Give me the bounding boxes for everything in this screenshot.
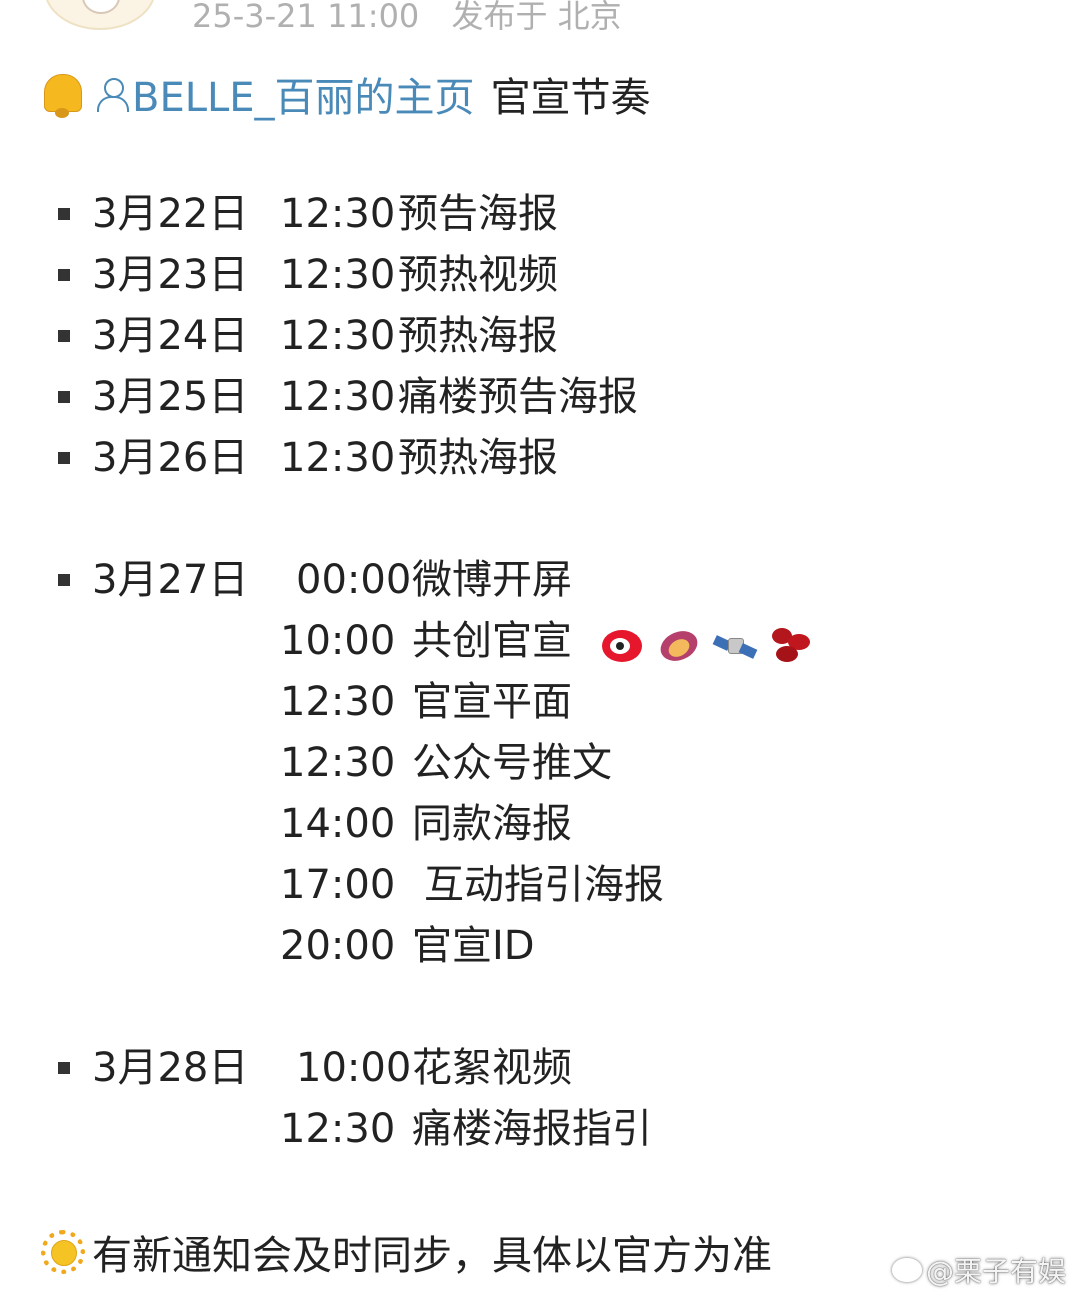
user-icon: [94, 74, 130, 114]
schedule-time: 14:00: [280, 801, 396, 847]
schedule-time: 12:30: [280, 1106, 396, 1152]
schedule-date: 3月28日: [92, 1045, 249, 1091]
schedule-event: 预热海报: [398, 313, 558, 359]
schedule-time: 12:30: [280, 740, 396, 786]
bullet-icon: [58, 1062, 70, 1074]
schedule-event: 预热海报: [398, 435, 558, 481]
schedule-date: 3月25日: [92, 374, 249, 420]
schedule-event: 预告海报: [398, 191, 558, 237]
schedule-date: 3月23日: [92, 252, 249, 298]
satellite-icon: [712, 622, 758, 668]
bullet-icon: [58, 574, 70, 586]
sun-icon: [38, 1227, 88, 1277]
schedule-event: 微博开屏: [412, 557, 572, 603]
bell-icon: [36, 68, 88, 120]
bullet-icon: [58, 452, 70, 464]
post-title-line: BELLE_百丽的主页 官宣节奏: [36, 66, 651, 122]
schedule-event: 花絮视频: [412, 1045, 572, 1091]
schedule-time: 00:00: [296, 557, 412, 603]
user-homepage-link[interactable]: BELLE_百丽的主页: [94, 65, 475, 123]
bullet-icon: [58, 208, 70, 220]
schedule-event: 共创官宣: [412, 618, 572, 664]
schedule-date: 3月22日: [92, 191, 249, 237]
schedule-time: 10:00: [280, 618, 396, 664]
watermark: @栗子有娱: [891, 1250, 1066, 1290]
schedule-date: 3月26日: [92, 435, 249, 481]
footer-note: 有新通知会及时同步，具体以官方为准: [92, 1233, 772, 1279]
post-location: 发布于 北京: [451, 0, 622, 35]
bullet-icon: [58, 330, 70, 342]
schedule-time: 12:30: [280, 435, 396, 481]
bullet-icon: [58, 391, 70, 403]
schedule-event: 官宣ID: [412, 923, 535, 969]
bullet-icon: [58, 269, 70, 281]
schedule-event: 官宣平面: [412, 679, 572, 725]
schedule-date: 3月27日: [92, 557, 249, 603]
schedule-event: 互动指引海报: [424, 862, 664, 908]
schedule-event: 预热视频: [398, 252, 558, 298]
schedule-time: 12:30: [280, 374, 396, 420]
watermark-text: @栗子有娱: [925, 1255, 1066, 1288]
schedule-date: 3月24日: [92, 313, 249, 359]
weibo-icon: [600, 622, 646, 668]
avatar[interactable]: [44, 0, 156, 30]
user-link-label: BELLE_百丽的主页: [132, 75, 475, 121]
schedule-time: 17:00: [280, 862, 396, 908]
schedule-event: 痛楼预告海报: [398, 374, 638, 420]
sweet-potato-icon: [655, 622, 703, 668]
schedule-time: 12:30: [280, 191, 396, 237]
schedule-time: 12:30: [280, 679, 396, 725]
schedule-event: 同款海报: [412, 801, 572, 847]
post-header: 25-3-21 11:00 发布于 北京: [0, 0, 1076, 38]
schedule-event: 痛楼海报指引: [412, 1106, 652, 1152]
schedule-time: 20:00: [280, 923, 396, 969]
schedule-time: 12:30: [280, 313, 396, 359]
post-timestamp: 25-3-21 11:00: [192, 0, 420, 35]
schedule-event: 公众号推文: [412, 740, 612, 786]
schedule-time: 12:30: [280, 252, 396, 298]
schedule-time: 10:00: [296, 1045, 412, 1091]
post-title-suffix: 官宣节奏: [490, 75, 651, 121]
red-beans-icon: [768, 622, 814, 668]
post-meta: 25-3-21 11:00 发布于 北京: [192, 0, 644, 36]
weibo-logo-icon: [891, 1258, 922, 1282]
emoji-row: [600, 620, 814, 670]
footer-note-line: 有新通知会及时同步，具体以官方为准: [38, 1224, 772, 1280]
